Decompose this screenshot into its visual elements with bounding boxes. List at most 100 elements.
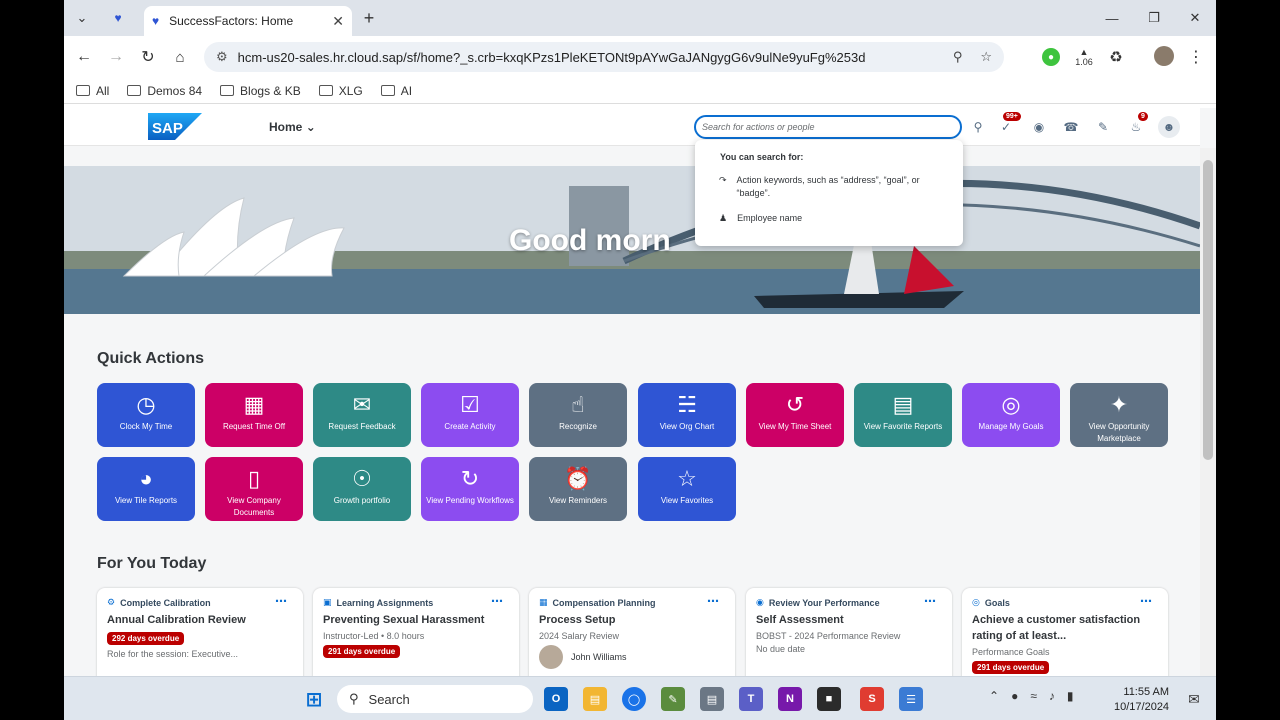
chrome-icon[interactable]: ◯ [622, 687, 646, 711]
close-tab-icon[interactable]: ✕ [332, 13, 344, 30]
qa-view-org-chart[interactable]: ☵ View Org Chart [638, 383, 736, 447]
menu-dots-icon[interactable]: ⋮ [1186, 47, 1206, 67]
bookmark-xlg[interactable]: XLG [318, 84, 363, 98]
reload-icon[interactable]: ↻ [138, 47, 158, 67]
address-bar[interactable]: ⚙ hcm-us20-sales.hr.cloud.sap/sf/home?_s… [204, 42, 1004, 72]
inactive-tab-favicon[interactable]: ♥ [108, 8, 128, 28]
notes-app-icon[interactable]: ☰ [899, 687, 923, 711]
extensions-puzzle-icon[interactable]: ♻ [1106, 47, 1126, 67]
qa-view-favorite-reports[interactable]: ▤ View Favorite Reports [854, 383, 952, 447]
speed-extension-icon[interactable]: ▲ 1.06 [1072, 44, 1096, 70]
zoom-icon[interactable]: ⚲ [953, 49, 963, 65]
close-window-icon[interactable]: ✕ [1185, 8, 1205, 28]
volume-icon[interactable]: ♪ [1049, 689, 1055, 703]
snagit-icon[interactable]: S [860, 687, 884, 711]
profile-avatar[interactable] [1154, 46, 1174, 66]
suggestion-employee[interactable]: ♟ Employee name [719, 212, 949, 225]
restore-icon[interactable]: ❐ [1144, 8, 1164, 28]
qa-growth-portfolio[interactable]: ☉ Growth portfolio [313, 457, 411, 521]
bookmark-star-icon[interactable]: ☆ [980, 49, 992, 65]
card-review-performance[interactable]: ◉ Review Your Performance ⋯ Self Assessme… [746, 588, 952, 676]
onenote-icon[interactable]: N [778, 687, 802, 711]
bookmark-blogs[interactable]: Blogs & KB [220, 84, 301, 98]
microphone-icon[interactable]: ● [1011, 689, 1018, 703]
suggestion-actions[interactable]: ↷ Action keywords, such as “address”, “g… [719, 174, 949, 200]
browser-window: ⌄ ♥ ♥ SuccessFactors: Home ✕ + — ❐ ✕ ← →… [64, 0, 1216, 720]
windows-start-icon[interactable]: ⊞ [302, 687, 326, 711]
qa-recognize[interactable]: ☝ Recognize [529, 383, 627, 447]
scrollbar-thumb[interactable] [1203, 160, 1213, 460]
qa-create-activity[interactable]: ☑ Create Activity [421, 383, 519, 447]
more-options-icon[interactable]: ⋯ [1140, 594, 1152, 608]
growth-star-icon: ✦ [1109, 392, 1129, 417]
taskbar-clock[interactable]: 11:55 AM 10/17/2024 [1114, 685, 1169, 715]
qa-clock-my-time[interactable]: ◷ Clock My Time [97, 383, 195, 447]
sap-logo[interactable]: SAP [148, 113, 202, 140]
sticky-notes-icon[interactable]: ■ [817, 687, 841, 711]
reminder-icon: ⏰ [564, 466, 592, 491]
taskbar-search[interactable]: ⚲ Search [337, 685, 533, 713]
notepad-icon[interactable]: ✎ [661, 687, 685, 711]
headset-icon[interactable]: ☎ [1062, 118, 1080, 136]
battery-icon[interactable]: ▮ [1067, 689, 1074, 703]
history-icon: ↺ [785, 392, 805, 417]
qa-view-pending-workflows[interactable]: ↻ View Pending Workflows [421, 457, 519, 521]
wifi-icon[interactable]: ≈ [1030, 689, 1037, 703]
calculator-icon[interactable]: ▤ [700, 687, 724, 711]
user-avatar-icon[interactable]: ☻ [1158, 116, 1180, 138]
more-options-icon[interactable]: ⋯ [924, 594, 936, 608]
extension-green-icon[interactable]: ● [1042, 48, 1060, 66]
outlook-icon[interactable]: O [544, 687, 568, 711]
qa-view-tile-reports[interactable]: ◕ View Tile Reports [97, 457, 195, 521]
search-icon: ⚲ [349, 691, 359, 706]
page-scrollbar[interactable] [1200, 148, 1216, 676]
card-sub: Instructor-Led • 8.0 hours [323, 631, 425, 641]
more-options-icon[interactable]: ⋯ [491, 594, 503, 608]
tab-successfactors-home[interactable]: ♥ SuccessFactors: Home ✕ [144, 6, 352, 36]
bookmark-ai[interactable]: AI [380, 84, 412, 98]
card-learning-assignments[interactable]: ▣ Learning Assignments ⋯ Preventing Sexua… [313, 588, 519, 676]
qa-view-reminders[interactable]: ⏰ View Reminders [529, 457, 627, 521]
site-info-icon[interactable]: ⚙ [216, 49, 228, 65]
feedback-icon[interactable]: ✎ [1094, 118, 1112, 136]
bookmark-all[interactable]: All [76, 84, 109, 98]
qa-view-opportunity-marketplace[interactable]: ✦ View Opportunity Marketplace [1070, 383, 1168, 447]
qa-manage-my-goals[interactable]: ◎ Manage My Goals [962, 383, 1060, 447]
teams-icon[interactable]: T [739, 687, 763, 711]
notification-center-icon[interactable]: ✉ [1182, 687, 1206, 711]
bookmark-demos[interactable]: Demos 84 [127, 84, 202, 98]
card-category: ⚙ Complete Calibration [107, 597, 211, 608]
sap-heart-icon: ♥ [152, 14, 160, 28]
search-input[interactable]: Search for actions or people [694, 115, 962, 139]
chat-people-icon[interactable]: ◉ [1030, 118, 1048, 136]
new-tab-icon[interactable]: + [359, 8, 379, 28]
for-you-today-title: For You Today [97, 555, 207, 572]
card-complete-calibration[interactable]: ⚙ Complete Calibration ⋯ Annual Calibrati… [97, 588, 303, 676]
notifications-badge: 9 [1138, 112, 1148, 121]
search-placeholder: Search for actions or people [702, 122, 815, 132]
qa-view-favorites[interactable]: ☆ View Favorites [638, 457, 736, 521]
home-icon[interactable]: ⌂ [170, 47, 190, 67]
card-goals[interactable]: ◎ Goals ⋯ Achieve a customer satisfaction… [962, 588, 1168, 676]
file-explorer-icon[interactable]: ▤ [583, 687, 607, 711]
home-menu[interactable]: Home ⌄ [269, 120, 316, 134]
tab-search-icon[interactable]: ⌄ [72, 8, 92, 28]
more-options-icon[interactable]: ⋯ [707, 594, 719, 608]
clipboard-check-icon: ☑ [460, 392, 480, 417]
org-chart-icon: ☵ [677, 392, 697, 417]
qa-view-my-time-sheet[interactable]: ↺ View My Time Sheet [746, 383, 844, 447]
card-category: ◎ Goals [972, 597, 1010, 608]
forward-icon[interactable]: → [106, 47, 126, 67]
more-options-icon[interactable]: ⋯ [275, 594, 287, 608]
todo-badge: 99+ [1003, 112, 1021, 121]
search-icon[interactable]: ⚲ [969, 118, 987, 136]
folder-icon [127, 85, 142, 96]
back-icon[interactable]: ← [74, 47, 94, 67]
card-sub: BOBST - 2024 Performance Review [756, 631, 901, 641]
chevron-up-icon[interactable]: ⌃ [989, 689, 999, 703]
qa-request-feedback[interactable]: ✉ Request Feedback [313, 383, 411, 447]
qa-view-company-documents[interactable]: ▯ View Company Documents [205, 457, 303, 521]
qa-request-time-off[interactable]: ▦ Request Time Off [205, 383, 303, 447]
minimize-icon[interactable]: — [1102, 8, 1122, 28]
card-compensation-planning[interactable]: ▦ Compensation Planning ⋯ Process Setup 2… [529, 588, 735, 676]
